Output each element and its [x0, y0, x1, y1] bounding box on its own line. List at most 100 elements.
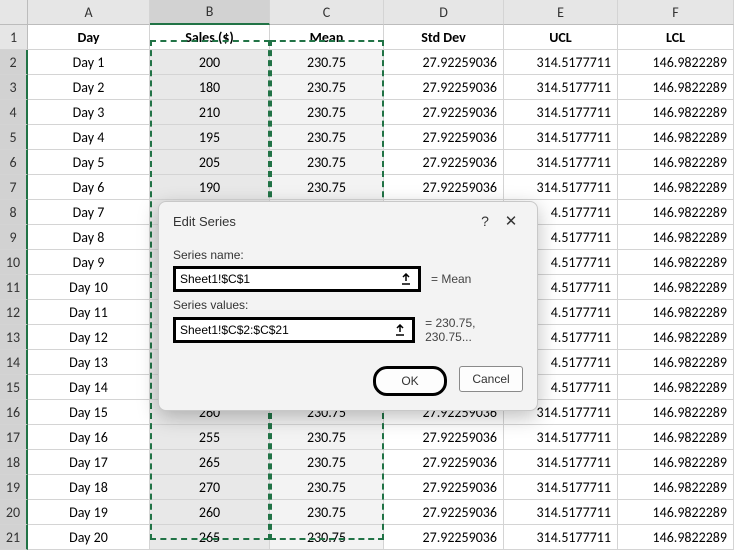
- cell-A21[interactable]: Day 20: [28, 525, 150, 550]
- help-button[interactable]: ?: [473, 213, 497, 229]
- row-header-8[interactable]: 8: [0, 200, 28, 225]
- cell-E7[interactable]: 314.5177711: [504, 175, 618, 200]
- row-header-3[interactable]: 3: [0, 75, 28, 100]
- cell-C2[interactable]: 230.75: [270, 50, 384, 75]
- header-cell-B[interactable]: Sales ($): [150, 25, 270, 50]
- cell-F18[interactable]: 146.9822289: [618, 450, 734, 475]
- cell-A12[interactable]: Day 11: [28, 300, 150, 325]
- cell-E5[interactable]: 314.5177711: [504, 125, 618, 150]
- cell-D2[interactable]: 27.92259036: [384, 50, 504, 75]
- cell-A6[interactable]: Day 5: [28, 150, 150, 175]
- cell-A4[interactable]: Day 3: [28, 100, 150, 125]
- cell-D18[interactable]: 27.92259036: [384, 450, 504, 475]
- column-header-C[interactable]: C: [270, 0, 384, 25]
- row-header-15[interactable]: 15: [0, 375, 28, 400]
- cell-D3[interactable]: 27.92259036: [384, 75, 504, 100]
- collapse-range-icon[interactable]: [392, 322, 408, 338]
- cell-F10[interactable]: 146.9822289: [618, 250, 734, 275]
- cell-A14[interactable]: Day 13: [28, 350, 150, 375]
- cell-F16[interactable]: 146.9822289: [618, 400, 734, 425]
- cell-E21[interactable]: 314.5177711: [504, 525, 618, 550]
- cell-A17[interactable]: Day 16: [28, 425, 150, 450]
- cell-C7[interactable]: 230.75: [270, 175, 384, 200]
- series-values-input[interactable]: [180, 323, 392, 337]
- header-cell-A[interactable]: Day: [28, 25, 150, 50]
- cell-C6[interactable]: 230.75: [270, 150, 384, 175]
- cell-E19[interactable]: 314.5177711: [504, 475, 618, 500]
- cell-D5[interactable]: 27.92259036: [384, 125, 504, 150]
- column-header-F[interactable]: F: [618, 0, 734, 25]
- ok-button[interactable]: OK: [373, 366, 447, 396]
- collapse-range-icon[interactable]: [398, 271, 414, 287]
- cell-A15[interactable]: Day 14: [28, 375, 150, 400]
- cell-B7[interactable]: 190: [150, 175, 270, 200]
- cell-C17[interactable]: 230.75: [270, 425, 384, 450]
- cell-F19[interactable]: 146.9822289: [618, 475, 734, 500]
- cell-F4[interactable]: 146.9822289: [618, 100, 734, 125]
- header-cell-D[interactable]: Std Dev: [384, 25, 504, 50]
- cell-A11[interactable]: Day 10: [28, 275, 150, 300]
- row-header-18[interactable]: 18: [0, 450, 28, 475]
- cell-B19[interactable]: 270: [150, 475, 270, 500]
- cell-F8[interactable]: 146.9822289: [618, 200, 734, 225]
- cell-E4[interactable]: 314.5177711: [504, 100, 618, 125]
- cell-C4[interactable]: 230.75: [270, 100, 384, 125]
- cell-A3[interactable]: Day 2: [28, 75, 150, 100]
- cancel-button[interactable]: Cancel: [459, 366, 523, 392]
- cell-F9[interactable]: 146.9822289: [618, 225, 734, 250]
- row-header-6[interactable]: 6: [0, 150, 28, 175]
- row-header-2[interactable]: 2: [0, 50, 28, 75]
- cell-D17[interactable]: 27.92259036: [384, 425, 504, 450]
- cell-F15[interactable]: 146.9822289: [618, 375, 734, 400]
- cell-F3[interactable]: 146.9822289: [618, 75, 734, 100]
- cell-F12[interactable]: 146.9822289: [618, 300, 734, 325]
- cell-C5[interactable]: 230.75: [270, 125, 384, 150]
- row-header-7[interactable]: 7: [0, 175, 28, 200]
- cell-B17[interactable]: 255: [150, 425, 270, 450]
- row-header-4[interactable]: 4: [0, 100, 28, 125]
- column-header-E[interactable]: E: [504, 0, 618, 25]
- cell-F20[interactable]: 146.9822289: [618, 500, 734, 525]
- cell-A16[interactable]: Day 15: [28, 400, 150, 425]
- cell-F7[interactable]: 146.9822289: [618, 175, 734, 200]
- row-header-13[interactable]: 13: [0, 325, 28, 350]
- cell-A5[interactable]: Day 4: [28, 125, 150, 150]
- cell-E2[interactable]: 314.5177711: [504, 50, 618, 75]
- cell-D19[interactable]: 27.92259036: [384, 475, 504, 500]
- column-header-D[interactable]: D: [384, 0, 504, 25]
- cell-F14[interactable]: 146.9822289: [618, 350, 734, 375]
- cell-D7[interactable]: 27.92259036: [384, 175, 504, 200]
- row-header-12[interactable]: 12: [0, 300, 28, 325]
- cell-A20[interactable]: Day 19: [28, 500, 150, 525]
- row-header-14[interactable]: 14: [0, 350, 28, 375]
- cell-E18[interactable]: 314.5177711: [504, 450, 618, 475]
- cell-D6[interactable]: 27.92259036: [384, 150, 504, 175]
- cell-A10[interactable]: Day 9: [28, 250, 150, 275]
- cell-A18[interactable]: Day 17: [28, 450, 150, 475]
- row-header-1[interactable]: 1: [0, 25, 28, 50]
- row-header-9[interactable]: 9: [0, 225, 28, 250]
- column-header-A[interactable]: A: [28, 0, 150, 25]
- cell-A9[interactable]: Day 8: [28, 225, 150, 250]
- cell-B20[interactable]: 260: [150, 500, 270, 525]
- cell-E17[interactable]: 314.5177711: [504, 425, 618, 450]
- cell-D21[interactable]: 27.92259036: [384, 525, 504, 550]
- cell-F11[interactable]: 146.9822289: [618, 275, 734, 300]
- cell-B2[interactable]: 200: [150, 50, 270, 75]
- cell-A13[interactable]: Day 12: [28, 325, 150, 350]
- cell-C21[interactable]: 230.75: [270, 525, 384, 550]
- row-header-19[interactable]: 19: [0, 475, 28, 500]
- cell-B6[interactable]: 205: [150, 150, 270, 175]
- cell-C19[interactable]: 230.75: [270, 475, 384, 500]
- cell-E3[interactable]: 314.5177711: [504, 75, 618, 100]
- row-header-5[interactable]: 5: [0, 125, 28, 150]
- cell-B18[interactable]: 265: [150, 450, 270, 475]
- cell-B4[interactable]: 210: [150, 100, 270, 125]
- cell-A7[interactable]: Day 6: [28, 175, 150, 200]
- select-all-corner[interactable]: [0, 0, 28, 25]
- cell-D20[interactable]: 27.92259036: [384, 500, 504, 525]
- cell-E20[interactable]: 314.5177711: [504, 500, 618, 525]
- cell-F13[interactable]: 146.9822289: [618, 325, 734, 350]
- cell-A8[interactable]: Day 7: [28, 200, 150, 225]
- row-header-16[interactable]: 16: [0, 400, 28, 425]
